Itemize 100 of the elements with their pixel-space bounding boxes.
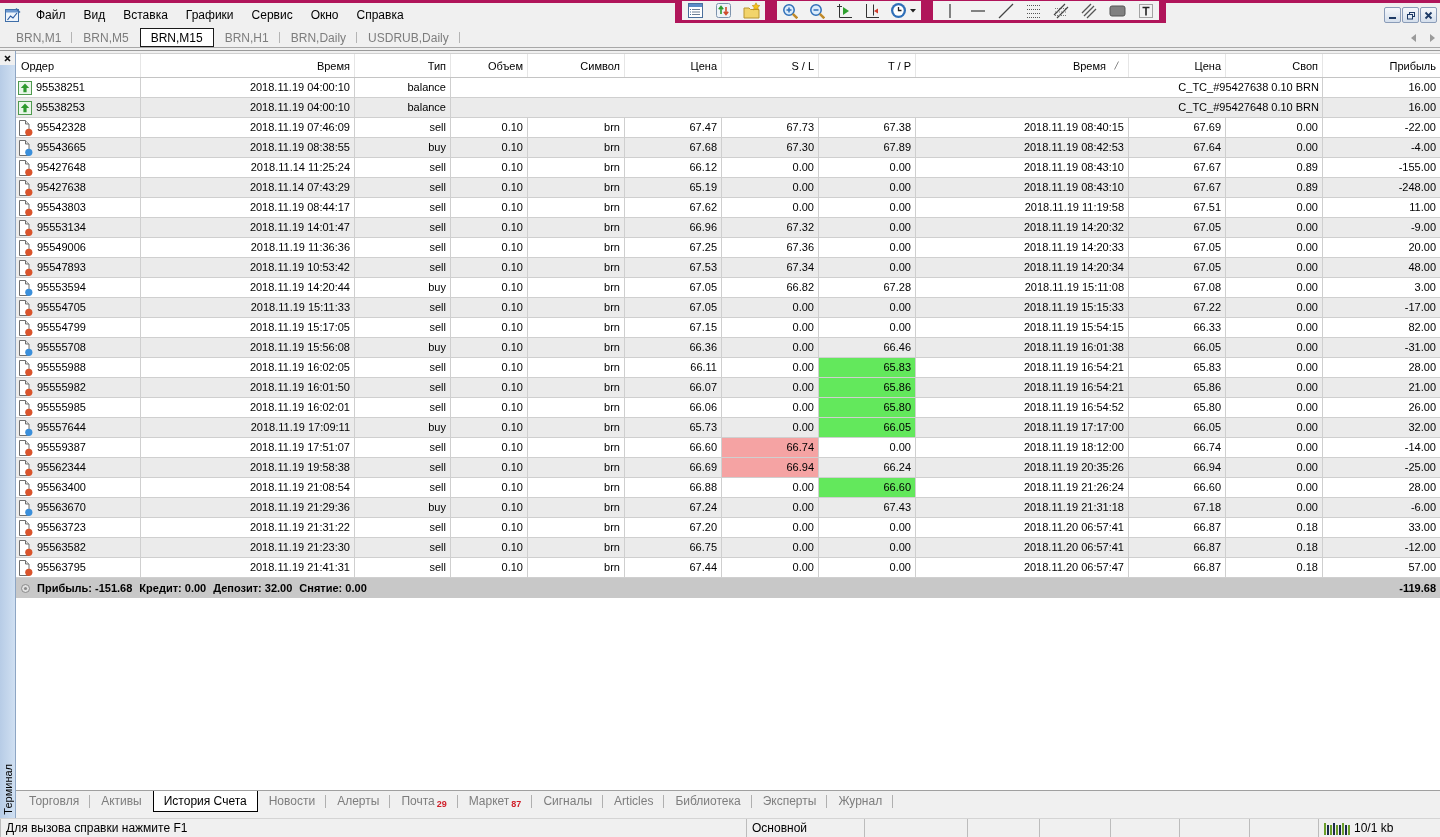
table-cell: 66.33	[1129, 318, 1226, 337]
table-cell: 0.10	[451, 338, 528, 357]
table-cell: 0.00	[1226, 138, 1323, 157]
panel-tab[interactable]: Новости	[257, 791, 327, 812]
table-cell: 67.89	[819, 138, 916, 157]
table-cell: brn	[528, 478, 625, 497]
table-cell: sell	[355, 218, 451, 237]
table-cell: 2018.11.14 07:43:29	[141, 178, 355, 197]
panel-tab[interactable]: Эксперты	[751, 791, 828, 812]
chart-tab[interactable]: BRN,H1	[213, 28, 280, 47]
panel-tab[interactable]: Алерты	[326, 791, 391, 812]
menu-item[interactable]: Файл	[27, 6, 75, 25]
panel-tab[interactable]: Articles	[603, 791, 665, 812]
rectangle-icon[interactable]	[1109, 2, 1126, 19]
dotted-lines-icon[interactable]	[1026, 2, 1041, 19]
list-panel-icon[interactable]	[687, 2, 704, 19]
text-box-icon[interactable]	[1138, 2, 1154, 19]
order-number: 95553594	[37, 280, 86, 295]
table-cell: 0.00	[722, 298, 819, 317]
table-cell-text: -22.00	[1403, 120, 1437, 135]
table-cell: 0.00	[722, 338, 819, 357]
table-cell: 0.10	[451, 358, 528, 377]
table-cell: 66.87	[1129, 518, 1226, 537]
chart-tab[interactable]: BRN,M1	[5, 28, 73, 47]
table-cell: 66.36	[625, 338, 722, 357]
menu-item[interactable]: Вставка	[114, 6, 177, 25]
table-cell: brn	[528, 458, 625, 477]
parallel-lines-icon[interactable]	[1081, 2, 1097, 19]
caret-icon[interactable]	[910, 8, 916, 13]
panel-tab[interactable]: Журнал	[827, 791, 894, 812]
table-cell: 66.05	[1129, 418, 1226, 437]
table-cell: brn	[528, 378, 625, 397]
restore-button[interactable]	[1402, 7, 1419, 23]
table-cell-text: -4.00	[1409, 140, 1437, 155]
table-cell: 0.00	[722, 518, 819, 537]
table-cell: sell	[355, 318, 451, 337]
chart-tab[interactable]: BRN,M15	[139, 28, 214, 47]
axis-arrow-icon[interactable]	[836, 2, 852, 19]
close-window-button[interactable]	[1420, 7, 1437, 23]
chart-tab[interactable]: BRN,Daily	[279, 28, 358, 47]
panel-tab[interactable]: Активы	[90, 791, 153, 812]
table-cell: brn	[528, 318, 625, 337]
table-cell: 67.47	[625, 118, 722, 137]
chart-tab[interactable]: BRN,M5	[72, 28, 140, 47]
table-cell: 66.05	[819, 418, 916, 437]
table-cell: 67.05	[625, 278, 722, 297]
table-cell: 67.43	[819, 498, 916, 517]
panel-tab[interactable]: История Счета	[152, 791, 258, 812]
table-cell: 2018.11.19 16:02:01	[141, 398, 355, 417]
table-cell: brn	[528, 258, 625, 277]
swap-arrows-icon[interactable]	[715, 2, 732, 19]
panel-tab[interactable]: Сигналы	[532, 791, 604, 812]
table-cell: 0.00	[722, 538, 819, 557]
table-cell: 67.68	[625, 138, 722, 157]
restore-icon	[1406, 10, 1415, 20]
table-cell: 2018.11.19 07:46:09	[141, 118, 355, 137]
table-cell: 0.00	[1226, 338, 1323, 357]
table-cell-text: 16.00	[1407, 80, 1437, 95]
folder-star-icon[interactable]	[743, 2, 760, 19]
close-button[interactable]	[0, 51, 15, 65]
table-cell: 67.18	[1129, 498, 1226, 517]
minimize-button[interactable]	[1384, 7, 1401, 23]
menu-item[interactable]: Справка	[347, 6, 413, 25]
table-cell: 2018.11.19 14:20:33	[916, 238, 1129, 257]
menu-item[interactable]: Графики	[176, 6, 243, 25]
table-cell: 2018.11.19 21:23:30	[141, 538, 355, 557]
table-cell: 0.00	[1226, 218, 1323, 237]
order-number: 95427638	[37, 180, 86, 195]
table-cell: 0.00	[819, 198, 916, 217]
order-number: 95562344	[37, 460, 86, 475]
zoom-in-icon[interactable]	[782, 2, 798, 19]
menu-item[interactable]: Вид	[74, 6, 115, 25]
table-cell-text: 16.00	[1407, 100, 1437, 115]
clock-icon[interactable]	[890, 2, 907, 19]
table-cell: 2018.11.19 08:44:17	[141, 198, 355, 217]
table-cell: 0.18	[1226, 518, 1323, 537]
menu-item[interactable]: Окно	[301, 6, 348, 25]
table-cell-text: -12.00	[1403, 540, 1437, 555]
table-cell: 66.07	[625, 378, 722, 397]
order-number: 95555982	[37, 380, 86, 395]
table-cell: 0.10	[451, 278, 528, 297]
menu-item[interactable]: Сервис	[242, 6, 302, 25]
hatched-lines-icon[interactable]	[1053, 2, 1069, 19]
panel-tab[interactable]: Библиотека	[664, 791, 752, 812]
table-cell: 0.00	[1226, 258, 1323, 277]
table-cell: 65.19	[625, 178, 722, 197]
axis-marker-icon[interactable]	[863, 2, 879, 19]
table-cell-text: -17.00	[1403, 300, 1437, 315]
table-cell-text: 57.00	[1407, 560, 1437, 575]
panel-tab[interactable]: Торговля	[18, 791, 91, 812]
diagonal-line-icon[interactable]	[998, 2, 1014, 19]
table-cell: brn	[528, 538, 625, 557]
table-cell: sell	[355, 178, 451, 197]
zoom-out-icon[interactable]	[809, 2, 825, 19]
table-cell-text: 33.00	[1407, 520, 1437, 535]
app-logo-icon[interactable]	[4, 7, 21, 24]
table-cell: buy	[355, 138, 451, 157]
chart-tab[interactable]: USDRUB,Daily	[357, 28, 460, 47]
table-cell: 0.10	[451, 138, 528, 157]
order-number: 95563400	[37, 480, 86, 495]
